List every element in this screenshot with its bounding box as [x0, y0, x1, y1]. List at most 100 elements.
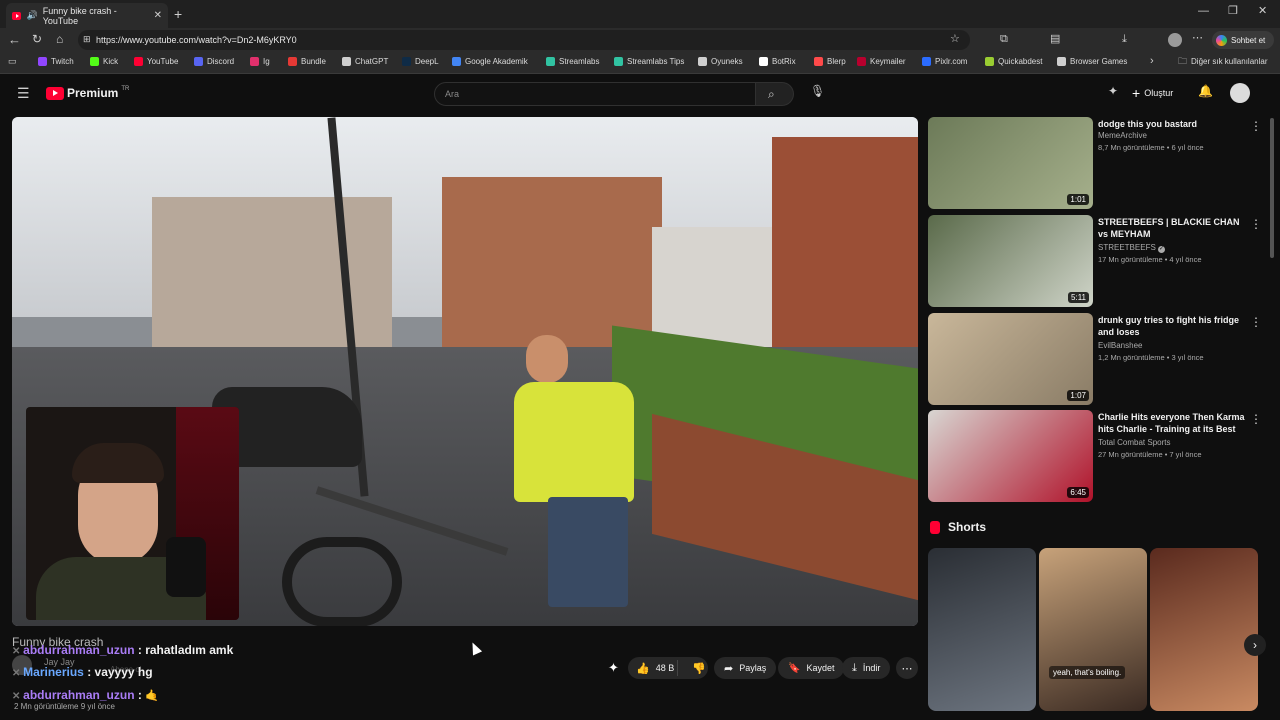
recommendation-item[interactable]: 1:01 dodge this you bastard MemeArchive 8,7…: [928, 117, 1268, 209]
copilot-button[interactable]: Sohbet et: [1212, 31, 1274, 49]
window-close-icon[interactable]: ✕: [1258, 6, 1267, 17]
create-button[interactable]: + Oluştur: [1132, 83, 1173, 103]
like-button[interactable]: 👍 48 B: [628, 660, 678, 676]
video-frame-bike-wheel: [282, 537, 402, 626]
shorts-next-button[interactable]: ›: [1244, 634, 1266, 656]
download-label: İndir: [862, 663, 881, 673]
bookmark-favicon-icon: [985, 57, 994, 66]
bookmark-label: ChatGPT: [355, 57, 389, 66]
channel-name[interactable]: STREETBEEFS ✓: [1098, 243, 1166, 253]
channel-name[interactable]: MemeArchive: [1098, 131, 1147, 140]
copilot-icon: [1216, 34, 1227, 46]
game-icon[interactable]: ✦: [1108, 85, 1118, 97]
bookmark-item[interactable]: YouTube: [134, 57, 178, 66]
more-vertical-icon[interactable]: ⋮: [1250, 119, 1262, 133]
bookmark-favicon-icon: [614, 57, 623, 66]
bookmark-item[interactable]: Quickabdest: [985, 57, 1042, 66]
more-vertical-icon[interactable]: ⋮: [1250, 315, 1262, 329]
recommendation-title[interactable]: STREETBEEFS | BLACKIE CHAN vs MEYHAM: [1098, 216, 1248, 240]
view-meta: 8,7 Mn görüntüleme • 6 yıl önce: [1098, 143, 1204, 152]
search-button[interactable]: ⌕: [756, 82, 794, 106]
mouse-cursor: [467, 640, 483, 656]
page-scrollbar[interactable]: [1270, 118, 1274, 258]
refresh-icon[interactable]: ↻: [32, 33, 42, 45]
bookmark-item[interactable]: ChatGPT: [342, 57, 388, 66]
bookmarks-overflow-icon[interactable]: ›: [1150, 56, 1154, 67]
minimize-icon[interactable]: —: [1198, 6, 1209, 17]
home-icon[interactable]: ⌂: [56, 33, 63, 45]
bookmark-item[interactable]: Pixlr.com: [922, 57, 967, 66]
video-thumbnail[interactable]: 1:01: [928, 117, 1093, 209]
download-button[interactable]: ⤓ İndir: [842, 657, 891, 679]
bookmark-item[interactable]: Ig: [250, 57, 270, 66]
more-actions-button[interactable]: ⋯: [896, 657, 918, 679]
recommendation-item[interactable]: 6:45 Charlie Hits everyone Then Karma hit…: [928, 410, 1268, 502]
bookmark-item[interactable]: Keymailer: [857, 57, 906, 66]
extensions-icon[interactable]: ⧉: [1000, 34, 1008, 45]
voice-search-icon[interactable]: 🎙: [810, 85, 825, 97]
bookmark-item[interactable]: Kick: [90, 57, 118, 66]
bookmark-item[interactable]: DeepL: [402, 57, 439, 66]
video-player[interactable]: [12, 117, 918, 626]
clip-icon[interactable]: ✦: [608, 661, 619, 674]
close-tab-icon[interactable]: ✕: [154, 10, 162, 21]
search-input[interactable]: Ara: [434, 82, 756, 106]
bookmark-item[interactable]: Browser Games: [1057, 57, 1127, 66]
bookmark-item[interactable]: Blerp: [814, 57, 846, 66]
bookmark-favicon-icon: [759, 57, 768, 66]
short-thumbnail[interactable]: yeah, that's boiling.: [1039, 548, 1147, 711]
more-horizontal-icon: ⋯: [901, 662, 913, 675]
more-icon[interactable]: ⋯: [1192, 33, 1203, 44]
downloads-icon[interactable]: ⤓: [1122, 34, 1127, 45]
notifications-bell-icon[interactable]: 🔔: [1198, 85, 1213, 97]
channel-name[interactable]: EvilBanshee: [1098, 341, 1142, 350]
bookmark-label: Google Akademik: [465, 57, 528, 66]
video-thumbnail[interactable]: 6:45: [928, 410, 1093, 502]
recommendation-title[interactable]: Charlie Hits everyone Then Karma hits Ch…: [1098, 411, 1248, 435]
browser-tab[interactable]: 🔊 Funny bike crash - YouTube ✕: [6, 3, 168, 28]
recommendation-item[interactable]: 1:07 drunk guy tries to fight his fridge …: [928, 313, 1268, 405]
back-icon[interactable]: ←: [8, 33, 21, 46]
account-avatar[interactable]: [1230, 83, 1250, 103]
duration-badge: 1:07: [1067, 390, 1089, 401]
bookmarks-menu-icon[interactable]: ▭: [8, 57, 17, 66]
speaker-icon[interactable]: 🔊: [26, 11, 37, 20]
maximize-icon[interactable]: ❐: [1228, 6, 1238, 17]
recommendation-item[interactable]: 5:11 STREETBEEFS | BLACKIE CHAN vs MEYHAM…: [928, 215, 1268, 307]
channel-name[interactable]: Total Combat Sports: [1098, 438, 1170, 447]
new-tab-icon[interactable]: +: [174, 7, 182, 21]
hamburger-menu-icon[interactable]: ☰: [17, 86, 30, 100]
save-button[interactable]: 🔖 Kaydet: [778, 657, 845, 679]
recommendation-title[interactable]: dodge this you bastard: [1098, 118, 1248, 130]
youtube-logo[interactable]: Premium TR: [46, 86, 129, 100]
video-thumbnail[interactable]: 1:07: [928, 313, 1093, 405]
copilot-label: Sohbet et: [1231, 35, 1266, 45]
dislike-button[interactable]: 👎: [684, 662, 706, 675]
more-vertical-icon[interactable]: ⋮: [1250, 217, 1262, 231]
collections-icon[interactable]: ▤: [1050, 34, 1060, 45]
site-info-icon[interactable]: ⊞: [83, 35, 91, 44]
favorite-star-icon[interactable]: ☆: [950, 34, 960, 45]
bookmark-favicon-icon: [342, 57, 351, 66]
bookmark-item[interactable]: Bundle: [288, 57, 326, 66]
bookmark-item[interactable]: Oyuneks: [698, 57, 743, 66]
bookmark-item[interactable]: Discord: [194, 57, 234, 66]
more-vertical-icon[interactable]: ⋮: [1250, 412, 1262, 426]
short-thumbnail[interactable]: [1150, 548, 1258, 711]
bookmark-item[interactable]: Streamlabs: [546, 57, 599, 66]
bookmark-label: Ig: [263, 57, 270, 66]
other-bookmarks[interactable]: 🗀 Diğer sık kullanılanlar: [1178, 57, 1268, 67]
bookmark-item[interactable]: BotRix: [759, 57, 796, 66]
url-field[interactable]: ⊞ https://www.youtube.com/watch?v=Dn2-M6…: [78, 30, 970, 50]
bookmark-item[interactable]: Streamlabs Tips: [614, 57, 684, 66]
bookmark-item[interactable]: Google Akademik: [452, 57, 528, 66]
share-button[interactable]: ➦ Paylaş: [714, 657, 777, 679]
bookmark-favicon-icon: [134, 57, 143, 66]
bookmark-item[interactable]: Twitch: [38, 57, 74, 66]
logo-country: TR: [121, 86, 130, 92]
profile-avatar[interactable]: [1168, 33, 1182, 47]
video-thumbnail[interactable]: 5:11: [928, 215, 1093, 307]
recommendation-title[interactable]: drunk guy tries to fight his fridge and …: [1098, 314, 1248, 338]
short-thumbnail[interactable]: [928, 548, 1036, 711]
bookmark-label: Oyuneks: [711, 57, 743, 66]
